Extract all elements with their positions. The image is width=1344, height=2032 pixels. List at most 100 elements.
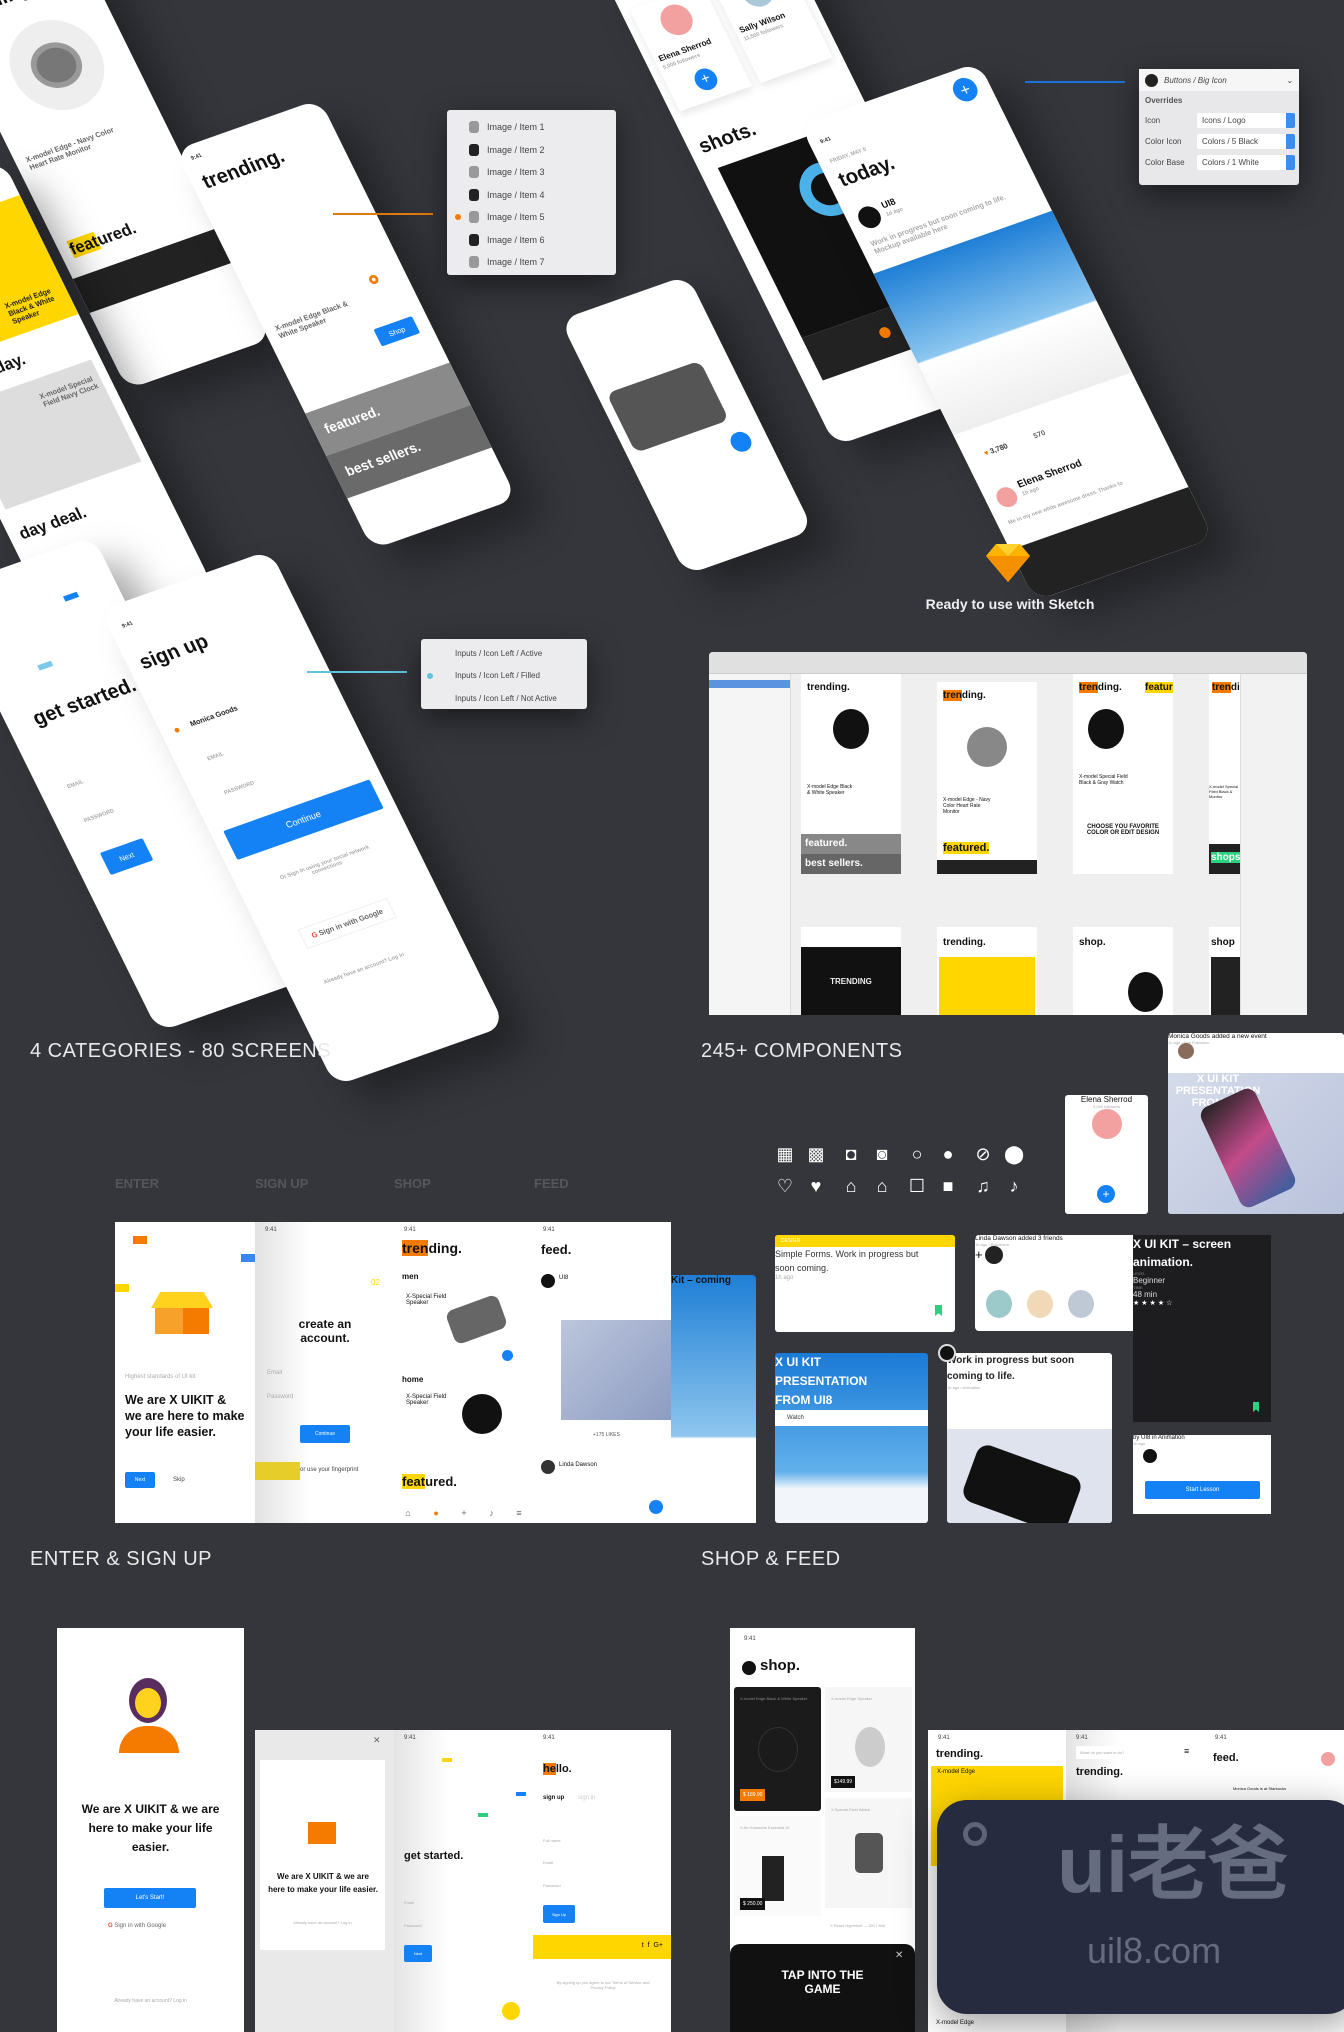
camera-filled-icon: ◙ bbox=[876, 1144, 888, 1164]
rating-stars: ★★★★☆ bbox=[1133, 1300, 1175, 1307]
fingerprint-icon[interactable] bbox=[502, 2002, 520, 2020]
input-option[interactable]: Inputs / Icon Left / Not Active bbox=[421, 687, 587, 710]
google-label: Sign in with Google bbox=[317, 907, 385, 938]
add-button[interactable] bbox=[727, 429, 755, 455]
login-link[interactable]: Already have an account? Log in bbox=[57, 1998, 244, 2004]
password-input[interactable]: Password bbox=[404, 1923, 422, 1928]
home-icon[interactable]: ⌂ bbox=[405, 1508, 410, 1518]
follow-button[interactable]: + bbox=[690, 65, 722, 94]
fingerprint-option[interactable]: or use your fingerprint bbox=[300, 1467, 358, 1473]
lets-start-button[interactable]: Let's Start! bbox=[104, 1888, 196, 1908]
add-button[interactable] bbox=[649, 1500, 663, 1514]
email-input[interactable]: Email bbox=[267, 1370, 282, 1376]
password-input[interactable]: Password bbox=[267, 1394, 293, 1400]
image-option[interactable]: Image / Item 5 bbox=[447, 206, 616, 229]
artboard: shop bbox=[1209, 927, 1240, 1015]
input-option[interactable]: Inputs / Icon Left / Filled bbox=[421, 665, 587, 688]
skip-button[interactable]: Skip bbox=[173, 1477, 185, 1483]
image-option[interactable]: Image / Item 3 bbox=[447, 161, 616, 184]
email-input[interactable]: Email bbox=[543, 1860, 553, 1865]
google-signin-button[interactable]: G Sign in with Google bbox=[297, 897, 397, 950]
add-button[interactable]: + bbox=[948, 74, 982, 105]
close-icon[interactable]: ✕ bbox=[895, 1950, 903, 1961]
promo-banner[interactable]: TAP INTO THE GAME ✕ bbox=[730, 1944, 915, 2032]
full-name-input[interactable]: Full name bbox=[543, 1838, 561, 1843]
shop-button[interactable]: Shop bbox=[373, 316, 421, 347]
password-input[interactable]: PASSWORD bbox=[223, 781, 255, 797]
start-lesson-button[interactable]: Start Lesson bbox=[1145, 1481, 1260, 1499]
image-option[interactable]: Image / Item 7 bbox=[447, 251, 616, 274]
artboard: trendin X-model Special Field Black & Mo… bbox=[1209, 674, 1240, 874]
password-field[interactable]: PASSWORD bbox=[83, 809, 115, 825]
bookmark-icon[interactable] bbox=[1253, 1402, 1259, 1412]
override-select[interactable]: Colors / 1 White bbox=[1197, 155, 1295, 170]
image-option[interactable]: Image / Item 4 bbox=[447, 184, 616, 207]
status-time: 9:41 bbox=[265, 1227, 277, 1233]
continue-button[interactable]: Continue bbox=[300, 1425, 350, 1443]
likes-count: +175 LIKES bbox=[593, 1432, 620, 1438]
watch-button[interactable]: Watch bbox=[775, 1410, 928, 1426]
product-card[interactable]: X-model Edge Speaker $149.99 bbox=[825, 1687, 912, 1792]
sign-up-button[interactable]: Sign Up bbox=[543, 1905, 575, 1923]
password-input[interactable]: Password bbox=[543, 1883, 561, 1888]
input-option-label: Inputs / Icon Left / Not Active bbox=[455, 693, 557, 703]
compass-filled-icon: ⬤ bbox=[1004, 1144, 1025, 1164]
product-card[interactable]: X Special Field Watch bbox=[825, 1798, 912, 1908]
override-select[interactable]: Colors / 5 Black bbox=[1197, 134, 1295, 149]
artboard-title-2: featur bbox=[1145, 682, 1173, 693]
comments-count[interactable]: 570 bbox=[1032, 428, 1047, 440]
next-button[interactable]: Next bbox=[404, 1945, 432, 1962]
tab-enter[interactable]: ENTER bbox=[115, 1176, 159, 1191]
input-option[interactable]: Inputs / Icon Left / Active bbox=[421, 642, 587, 665]
profile-avatar[interactable] bbox=[1321, 1752, 1335, 1766]
next-button[interactable]: Next bbox=[125, 1472, 155, 1488]
bookmark-icon[interactable] bbox=[935, 1305, 942, 1316]
likes-count[interactable]: ♥ 3,780 bbox=[983, 442, 1010, 458]
author-avatar bbox=[541, 1274, 555, 1288]
override-select[interactable]: Icons / Logo bbox=[1197, 113, 1295, 128]
login-link[interactable]: Already have an account? Log in bbox=[260, 1920, 385, 1925]
filter-icon[interactable]: ≡ bbox=[1184, 1746, 1189, 1756]
override-value: Colors / 5 Black bbox=[1202, 137, 1259, 146]
image-option-label: Image / Item 2 bbox=[487, 144, 545, 155]
profile-name: Elena Sherrod bbox=[1080, 1095, 1133, 1104]
terms-text[interactable]: By signing up you agree to our Terms of … bbox=[553, 1980, 653, 1990]
symbol-name: Buttons / Big Icon bbox=[1164, 75, 1227, 85]
friends-text: Linda Dawson added 3 friends bbox=[975, 1235, 1063, 1242]
discover-icon[interactable]: ● bbox=[433, 1508, 438, 1518]
plus-icon[interactable]: + bbox=[461, 1508, 466, 1518]
twitter-icon[interactable]: t bbox=[642, 1942, 644, 1949]
google-plus-icon[interactable]: G+ bbox=[653, 1942, 663, 1949]
tab-feed[interactable]: FEED bbox=[534, 1176, 569, 1191]
login-link[interactable]: Already have an account? Log in bbox=[323, 952, 405, 985]
facebook-icon[interactable]: f bbox=[648, 1942, 650, 1949]
image-option[interactable]: Image / Item 2 bbox=[447, 139, 616, 162]
bell-icon[interactable]: ♪ bbox=[489, 1508, 494, 1518]
menu-icon[interactable]: ≡ bbox=[516, 1508, 521, 1518]
tab-sign-up[interactable]: sign up bbox=[543, 1795, 564, 1801]
product-card[interactable]: X Air Huarache Essential ID $ 250.00 bbox=[734, 1816, 821, 1916]
tab-shop[interactable]: SHOP bbox=[394, 1176, 431, 1191]
override-label: Icon bbox=[1145, 116, 1161, 125]
override-header[interactable]: Buttons / Big Icon ⌄ bbox=[1139, 69, 1299, 91]
image-option[interactable]: Image / Item 1 bbox=[447, 116, 616, 139]
tab-sign-up[interactable]: SIGN UP bbox=[255, 1176, 308, 1191]
follow-button[interactable]: + bbox=[1097, 1185, 1115, 1203]
image-override-popup: Image / Item 1 Image / Item 2 Image / Item… bbox=[447, 110, 616, 275]
email-input[interactable]: EMAIL bbox=[207, 751, 225, 762]
image-option[interactable]: Image / Item 6 bbox=[447, 229, 616, 252]
search-input[interactable]: What do you want to do? bbox=[1076, 1746, 1176, 1759]
tab-sign-in[interactable]: sign in bbox=[578, 1795, 595, 1801]
next-button[interactable]: Next bbox=[99, 838, 154, 876]
presentation-card: X UI KIT PRESENTATION FROM UI8 Watch bbox=[775, 1353, 928, 1523]
product-card[interactable]: X-model Edge Black & White Speaker $ 189… bbox=[734, 1687, 821, 1811]
lock-outline-icon: ☐ bbox=[908, 1176, 926, 1196]
add-button[interactable] bbox=[502, 1350, 513, 1361]
name-input[interactable]: Monica Goods bbox=[189, 704, 240, 728]
email-input[interactable]: Email bbox=[404, 1900, 414, 1905]
email-field[interactable]: EMAIL bbox=[66, 779, 84, 790]
get-started-title: get started. bbox=[404, 1850, 464, 1862]
close-icon[interactable]: ✕ bbox=[373, 1735, 381, 1746]
active-tab-dot bbox=[877, 325, 893, 340]
google-signin-button[interactable]: G Sign in with Google bbox=[104, 1919, 196, 1933]
